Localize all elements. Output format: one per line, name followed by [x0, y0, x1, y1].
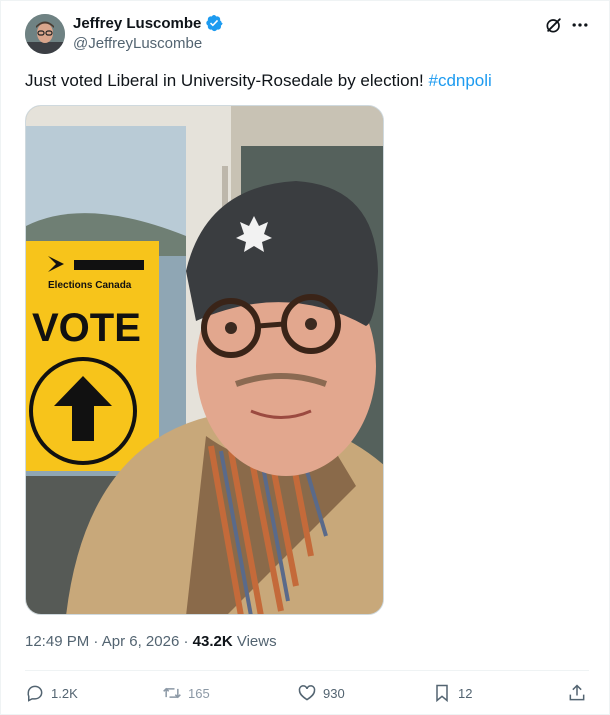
author-display-name[interactable]: Jeffrey Luscombe — [73, 15, 201, 32]
reply-icon — [27, 685, 43, 702]
verified-badge-icon — [206, 14, 223, 32]
action-bar: 1.2K 165 930 12 — [25, 683, 590, 707]
retweet-count: 165 — [188, 685, 210, 701]
reply-count: 1.2K — [51, 685, 78, 701]
tweet-body: Just voted Liberal in University-Rosedal… — [25, 71, 429, 90]
bookmark-button[interactable]: 12 — [432, 683, 472, 703]
share-icon — [569, 684, 585, 701]
tweet-card: Jeffrey Luscombe @JeffreyLuscombe Just v… — [0, 0, 610, 715]
avatar[interactable] — [25, 14, 65, 54]
views-label: Views — [232, 633, 277, 650]
author-handle[interactable]: @JeffreyLuscombe — [73, 35, 202, 52]
sign-brand-text: Elections Canada — [48, 280, 132, 291]
grok-icon[interactable] — [544, 15, 564, 35]
meta-separator: · — [89, 633, 102, 650]
bookmark-count: 12 — [458, 685, 473, 701]
author-name-row[interactable]: Jeffrey Luscombe — [73, 14, 223, 32]
meta-separator-2: · — [179, 633, 193, 650]
reply-button[interactable]: 1.2K — [25, 683, 78, 703]
share-button[interactable] — [567, 683, 587, 703]
selfie-image: Elections Canada VOTE — [26, 106, 383, 614]
tweet-date[interactable]: Apr 6, 2026 — [102, 633, 180, 650]
retweet-icon — [163, 687, 181, 699]
like-count: 930 — [323, 685, 345, 701]
tweet-time[interactable]: 12:49 PM — [25, 633, 89, 650]
divider — [25, 670, 589, 671]
more-icon[interactable] — [570, 15, 590, 35]
views-count: 43.2K — [192, 633, 233, 650]
avatar-image — [25, 14, 65, 54]
retweet-button[interactable]: 165 — [162, 683, 210, 703]
sign-vote-text: VOTE — [32, 306, 141, 350]
like-icon — [298, 685, 316, 701]
like-button[interactable]: 930 — [297, 683, 345, 703]
bookmark-icon — [436, 684, 448, 703]
tweet-photo[interactable]: Elections Canada VOTE — [25, 105, 384, 615]
tweet-text: Just voted Liberal in University-Rosedal… — [25, 70, 492, 92]
hashtag-link[interactable]: #cdnpoli — [428, 71, 491, 90]
tweet-meta: 12:49 PM · Apr 6, 2026 · 43.2K Views — [25, 633, 277, 650]
